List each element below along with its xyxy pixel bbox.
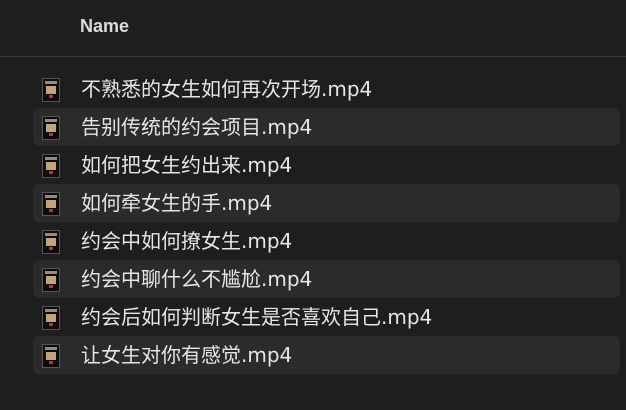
file-name: 告别传统的约会项目.mp4 [81, 115, 313, 139]
video-thumbnail-icon [42, 192, 60, 216]
file-list: 不熟悉的女生如何再次开场.mp4 告别传统的约会项目.mp4 如何把女生约出来.… [0, 70, 626, 374]
file-name: 如何把女生约出来.mp4 [81, 153, 293, 177]
file-row[interactable]: 如何把女生约出来.mp4 [33, 146, 620, 184]
file-name: 如何牵女生的手.mp4 [81, 191, 273, 215]
video-thumbnail-icon [42, 306, 60, 330]
video-thumbnail-icon [42, 78, 60, 102]
video-thumbnail-icon [42, 154, 60, 178]
file-name: 让女生对你有感觉.mp4 [81, 343, 293, 367]
file-row[interactable]: 告别传统的约会项目.mp4 [33, 108, 620, 146]
file-row[interactable]: 不熟悉的女生如何再次开场.mp4 [33, 70, 620, 108]
video-thumbnail-icon [42, 268, 60, 292]
file-row[interactable]: 约会中如何撩女生.mp4 [33, 222, 620, 260]
file-name: 约会中如何撩女生.mp4 [81, 229, 293, 253]
video-thumbnail-icon [42, 116, 60, 140]
file-row[interactable]: 约会后如何判断女生是否喜欢自己.mp4 [33, 298, 620, 336]
file-name: 约会中聊什么不尴尬.mp4 [81, 267, 313, 291]
file-row[interactable]: 如何牵女生的手.mp4 [33, 184, 620, 222]
video-thumbnail-icon [42, 230, 60, 254]
name-column-header[interactable]: Name [80, 16, 129, 37]
video-thumbnail-icon [42, 344, 60, 368]
file-row[interactable]: 让女生对你有感觉.mp4 [33, 336, 620, 374]
finder-list-view: Name 不熟悉的女生如何再次开场.mp4 告别传统的约会项目.mp4 如何把女… [0, 0, 626, 410]
file-row[interactable]: 约会中聊什么不尴尬.mp4 [33, 260, 620, 298]
file-name: 不熟悉的女生如何再次开场.mp4 [81, 77, 373, 101]
file-name: 约会后如何判断女生是否喜欢自己.mp4 [81, 305, 433, 329]
column-header: Name [0, 0, 626, 57]
